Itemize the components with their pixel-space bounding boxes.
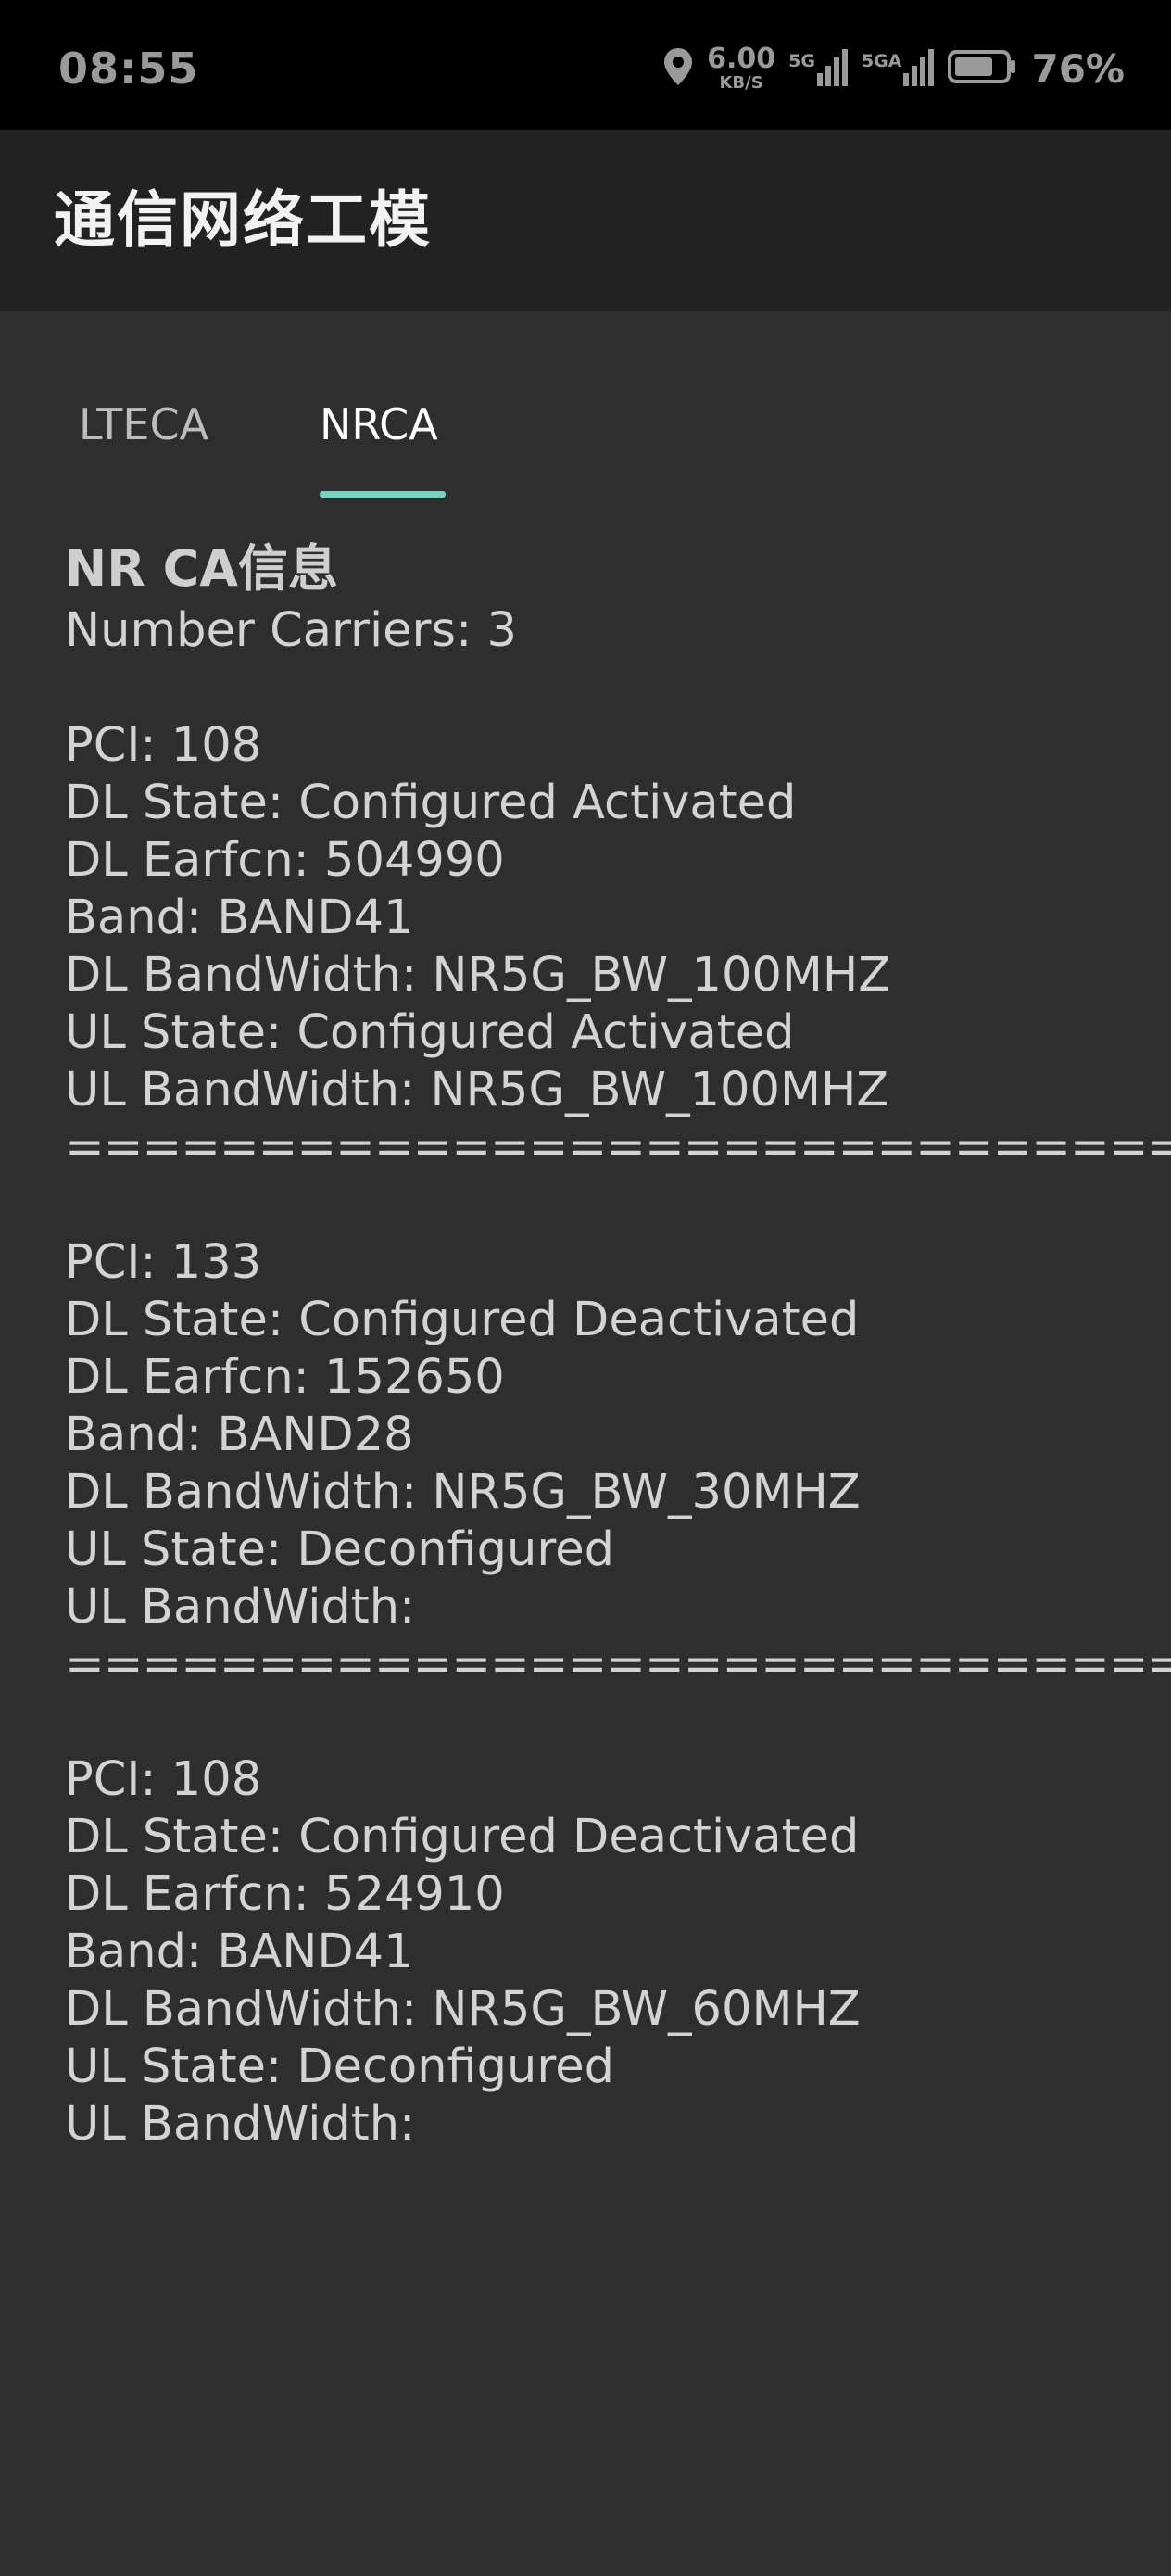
status-time: 08:55 — [58, 44, 199, 94]
battery-icon — [948, 48, 1018, 89]
signal-group-2: 5GA — [862, 45, 936, 92]
carrier-dl-bandwidth: DL BandWidth: NR5G_BW_30MHZ — [65, 1465, 861, 1520]
status-bar: 08:55 6.00 KB/S 5G 5GA 76% — [0, 0, 1171, 130]
carrier-block-2: PCI: 133 DL State: Configured Deactivate… — [65, 1234, 1171, 1694]
status-icons: 6.00 KB/S 5G 5GA 76% — [662, 39, 1125, 98]
carrier-band: Band: BAND41 — [65, 890, 414, 945]
carrier-ul-state: UL State: Configured Activated — [65, 1005, 795, 1060]
carrier-separator: ============================== — [65, 1120, 1171, 1175]
carrier-dl-bandwidth: DL BandWidth: NR5G_BW_100MHZ — [65, 948, 891, 1003]
carrier-block-1: PCI: 108 DL State: Configured Activated … — [65, 717, 1171, 1177]
carrier-ul-bandwidth: UL BandWidth: NR5G_BW_100MHZ — [65, 1063, 889, 1118]
tab-lteca[interactable]: LTECA — [79, 397, 208, 452]
tab-nrca[interactable]: NRCA — [320, 397, 438, 452]
tab-bar: LTECA NRCA — [0, 371, 1171, 500]
signal-group-1: 5G — [788, 45, 849, 92]
network-speed: 6.00 KB/S — [707, 45, 775, 92]
carrier-block-3: PCI: 108 DL State: Configured Deactivate… — [65, 1751, 1130, 2153]
app-bar: 通信网络工模 — [0, 130, 1171, 311]
carrier-dl-earfcn: DL Earfcn: 524910 — [65, 1867, 505, 1922]
speed-value: 6.00 — [707, 43, 776, 75]
signal-icon — [901, 45, 935, 92]
section-heading: NR CA信息 — [65, 539, 338, 598]
carrier-dl-earfcn: DL Earfcn: 504990 — [65, 833, 505, 888]
network-type-label: 5G — [788, 51, 815, 71]
number-carriers: Number Carriers: 3 — [65, 603, 517, 658]
carrier-pci: PCI: 108 — [65, 1752, 262, 1807]
nr-ca-info: NR CA信息 Number Carriers: 3 PCI: 108 DL S… — [65, 536, 1171, 2153]
carrier-pci: PCI: 108 — [65, 718, 262, 773]
carrier-ul-bandwidth: UL BandWidth: — [65, 1580, 416, 1635]
carrier-dl-state: DL State: Configured Deactivated — [65, 1810, 860, 1864]
carrier-separator: ============================== — [65, 1637, 1171, 1692]
carrier-ul-state: UL State: Deconfigured — [65, 2039, 614, 2094]
carrier-ul-state: UL State: Deconfigured — [65, 1522, 614, 1577]
carrier-dl-state: DL State: Configured Activated — [65, 776, 797, 830]
page-title: 通信网络工模 — [54, 184, 432, 256]
tab-indicator — [320, 491, 446, 498]
carrier-band: Band: BAND41 — [65, 1925, 414, 1979]
location-icon — [662, 46, 694, 91]
carrier-dl-state: DL State: Configured Deactivated — [65, 1293, 860, 1347]
battery-percentage: 76% — [1031, 45, 1125, 92]
carrier-pci: PCI: 133 — [65, 1235, 262, 1290]
network-type-label-2: 5GA — [861, 51, 902, 71]
carrier-dl-earfcn: DL Earfcn: 152650 — [65, 1350, 505, 1405]
signal-icon — [815, 45, 849, 92]
carrier-band: Band: BAND28 — [65, 1408, 414, 1462]
carrier-dl-bandwidth: DL BandWidth: NR5G_BW_60MHZ — [65, 1982, 861, 2037]
speed-unit: KB/S — [719, 73, 763, 93]
carrier-ul-bandwidth: UL BandWidth: — [65, 2097, 416, 2152]
